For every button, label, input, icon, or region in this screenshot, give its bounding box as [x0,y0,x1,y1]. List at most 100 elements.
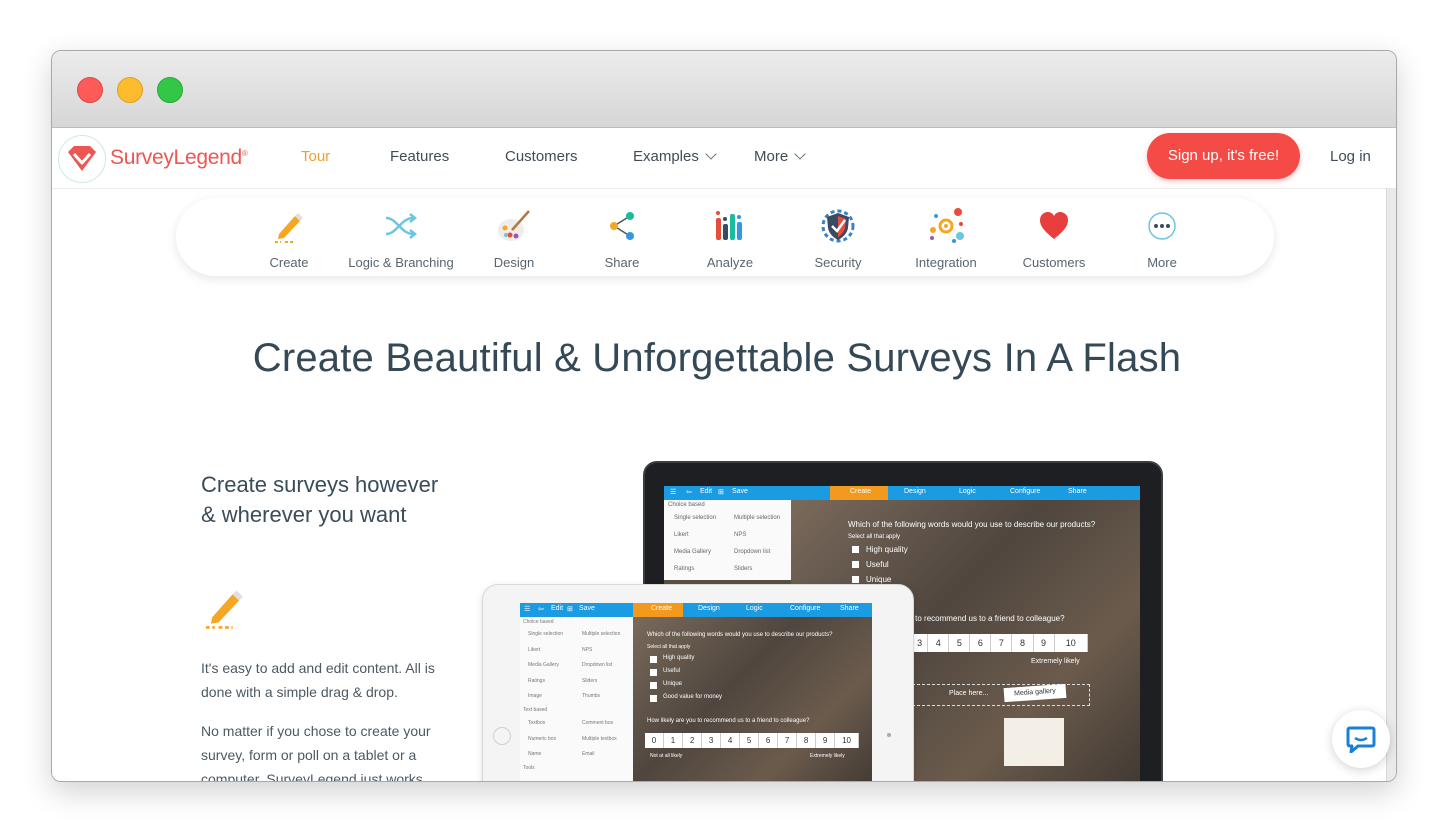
option-checkbox[interactable] [852,576,859,583]
panel-item[interactable]: Sliders [582,678,597,684]
feature-tab-integration[interactable]: Integration [886,198,1006,276]
step-configure[interactable]: Configure [790,605,820,612]
panel-item[interactable]: Dropdown list [582,662,612,668]
builder-toolbar: ☰ ⇦ Edit ⊞ Save Create Design Logic Conf… [520,603,872,617]
chevron-down-icon [794,148,806,160]
step-design[interactable]: Design [698,605,720,612]
panel-item[interactable]: Media Gallery [674,549,711,555]
feature-tab-design[interactable]: Design [454,198,574,276]
feature-label: Analyze [706,255,754,270]
panel-item[interactable]: Ratings [528,678,545,684]
panel-item[interactable]: Single selection [674,515,716,521]
feature-label: Logic & Branching [348,255,454,270]
feature-tab-more[interactable]: More [1102,198,1222,276]
step-design[interactable]: Design [904,488,926,495]
surveylegend-logo-icon[interactable] [58,135,106,183]
shield-icon [821,209,855,243]
option-checkbox[interactable] [852,546,859,553]
feature-tab-security[interactable]: Security [778,198,898,276]
panel-item[interactable]: Dropdown list [734,549,770,555]
save-icon: ⊞ [718,489,724,496]
signup-button[interactable]: Sign up, it's free! [1147,133,1300,179]
feature-tab-customers[interactable]: Customers [994,198,1114,276]
scale-high-label: Extremely likely [1031,658,1080,665]
nav-link-tour[interactable]: Tour [301,148,330,165]
option-checkbox[interactable] [852,561,859,568]
nps-scale[interactable]: 3 4 5 6 7 8 9 10 [912,634,1088,652]
nps-scale[interactable]: 0 1 2 3 4 5 6 7 8 9 10 [645,733,859,748]
feature-tab-logic-branching[interactable]: Logic & Branching [341,198,461,276]
feature-tab-create[interactable]: Create [229,198,349,276]
panel-item[interactable]: Media Gallery [528,662,559,668]
option-checkbox[interactable] [650,695,657,702]
option-label: High quality [663,655,695,661]
panel-item[interactable]: Thumbs [582,693,600,699]
minimize-window-button[interactable] [117,77,143,103]
feature-label: Customers [1022,255,1086,270]
bar-chart-icon [716,211,742,240]
nav-link-more[interactable]: More [754,148,806,165]
edit-button[interactable]: Edit [700,488,712,495]
step-configure[interactable]: Configure [1010,488,1040,495]
panel-item[interactable]: Single selection [528,631,563,637]
close-window-button[interactable] [77,77,103,103]
panel-title: Tools [523,765,535,771]
chevron-down-icon [705,148,717,160]
panel-item[interactable]: Multiple selection [582,631,620,637]
pencil-icon [275,213,303,243]
chat-widget-button[interactable] [1332,710,1390,768]
edit-button[interactable]: Edit [551,605,563,612]
feature-label: Design [493,255,535,270]
page-scrollbar[interactable] [1386,188,1396,781]
panel-item[interactable]: Textbox [528,720,545,726]
option-checkbox[interactable] [650,682,657,689]
page-headline: Create Beautiful & Unforgettable Surveys… [252,336,1182,380]
step-create[interactable]: Create [651,605,672,612]
option-label: Useful [663,668,681,674]
save-button[interactable]: Save [732,488,748,495]
option-checkbox[interactable] [650,669,657,676]
nav-link-examples[interactable]: Examples [633,148,717,165]
nav-link-features[interactable]: Features [390,148,449,165]
panel-item[interactable]: Sliders [734,566,752,572]
step-share[interactable]: Share [840,605,859,612]
step-logic[interactable]: Logic [959,488,976,495]
save-button[interactable]: Save [579,605,595,612]
feature-tab-analyze[interactable]: Analyze [670,198,790,276]
section-paragraph-2: No matter if you chose to create your su… [201,723,431,781]
step-create[interactable]: Create [850,488,871,495]
panel-item[interactable]: Likert [528,647,540,653]
panel-item[interactable]: Multiple selection [734,515,780,521]
panel-title: Choice based [523,619,554,625]
panel-title: Text based [523,707,548,713]
step-logic[interactable]: Logic [746,605,763,612]
panel-item[interactable]: Image [528,693,542,699]
zoom-window-button[interactable] [157,77,183,103]
panel-item[interactable]: Ratings [674,566,694,572]
login-link[interactable]: Log in [1330,148,1371,165]
brand-name[interactable]: SurveyLegend® [110,146,248,170]
panel-item[interactable]: Comment box [582,720,613,726]
save-icon: ⊞ [567,606,573,613]
gear-network-icon [930,208,964,243]
feature-label: More [1147,255,1177,270]
feature-tab-share[interactable]: Share [562,198,682,276]
back-icon: ⇦ [686,489,692,496]
feature-label: Share [604,255,640,270]
panel-item[interactable]: Multiple textbox [582,736,617,742]
shuffle-icon [385,213,418,239]
panel-item[interactable]: Email [582,751,595,757]
nav-link-customers[interactable]: Customers [505,148,578,165]
survey-question-2: How likely are you to recommend us to a … [647,718,810,724]
window-titlebar [52,51,1396,128]
option-checkbox[interactable] [650,656,657,663]
tablet-mockup: ☰ ⇦ Edit ⊞ Save Create Design Logic Conf… [482,584,914,781]
panel-item[interactable]: Likert [674,532,689,538]
panel-item[interactable]: Numeric box [528,736,556,742]
panel-item[interactable]: NPS [734,532,746,538]
step-share[interactable]: Share [1068,488,1087,495]
panel-item[interactable]: NPS [582,647,592,653]
web-page: SurveyLegend® Tour Features Customers Ex… [52,128,1396,781]
more-icon [1148,212,1176,240]
panel-item[interactable]: Name [528,751,541,757]
